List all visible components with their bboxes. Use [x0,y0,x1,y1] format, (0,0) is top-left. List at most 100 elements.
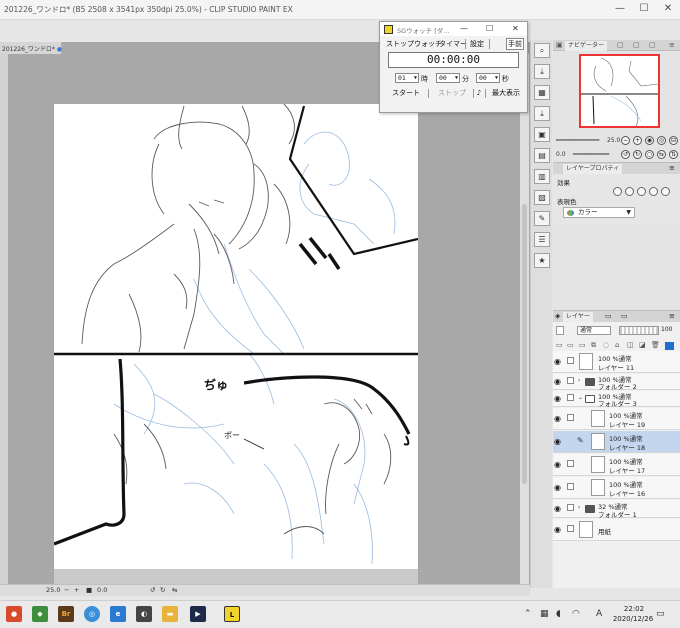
document-tab[interactable]: 201226_ワンドロ* ● [0,42,62,54]
lock-checkbox[interactable] [567,357,574,364]
panel-menu-icon-3[interactable]: ≡ [669,312,675,320]
lock-checkbox[interactable] [567,504,574,511]
media-icon[interactable]: ▶ [190,606,206,622]
clip-icon[interactable]: ⧉ [591,341,596,350]
fit-icon[interactable]: ■ [86,586,92,594]
lock-checkbox[interactable] [567,525,574,532]
ime-indicator[interactable]: A [596,609,602,619]
opacity-value[interactable]: 100 [661,326,672,333]
chevron-right-icon[interactable]: › [578,377,580,384]
download-icon[interactable]: ⤓ [534,64,550,79]
effect-mask-icon[interactable] [649,187,658,196]
new-vector-icon[interactable]: ▭ [567,341,574,349]
scroll-thumb[interactable] [522,204,527,484]
layer-row[interactable]: ◉ 100 %通常 レイヤー 19 [553,408,680,430]
canvas-page[interactable]: ぢゅ ポー [53,103,419,569]
tab-settings[interactable]: 設定 [470,39,484,49]
new-folder-icon[interactable]: ▭ [579,341,586,349]
search-icon[interactable]: ⌕ [534,43,550,58]
info-tab-icon[interactable]: ▢ [633,41,640,49]
tab-timer[interactable]: タイマー [439,39,467,49]
stop-button[interactable]: ストップ [432,88,472,99]
layer-color-icon[interactable] [665,342,674,350]
minutes-select[interactable]: 00 ▼ [436,73,460,83]
photos-icon[interactable]: ◆ [32,606,48,622]
effect-color-icon[interactable] [637,187,646,196]
star-icon[interactable]: ★ [534,253,550,268]
layer-row[interactable]: ◉ › 32 %通常 フォルダー 1 [553,500,680,519]
clock-time[interactable]: 22:02 [614,605,654,613]
nav-zoom-out-icon[interactable]: − [621,136,630,145]
expression-color-select[interactable]: カラー ▼ [563,207,635,218]
animation-tab-icon[interactable]: ▭ [621,312,628,320]
layer-row-selected[interactable]: ◉ ✎ 100 %通常 レイヤー 18 [553,431,680,453]
download-icon-2[interactable]: ⤓ [534,106,550,121]
nav-fit-icon[interactable]: ◉ [645,136,654,145]
sg-watch-window[interactable]: SGウォッチ [ダ... — ☐ ✕ ストップウォッチ タイマー 設定 手前 0… [379,21,528,113]
chevron-down-icon[interactable]: ⌄ [578,394,583,401]
subview-tab-icon[interactable]: ▢ [617,41,624,49]
lock-checkbox[interactable] [567,460,574,467]
mask-icon[interactable]: ◫ [627,341,634,349]
nav-rotate-left-icon[interactable]: ↺ [621,150,630,159]
eye-icon[interactable]: ◉ [554,414,561,423]
eye-icon[interactable]: ◉ [554,394,561,403]
lock-checkbox[interactable] [567,483,574,490]
rotate-left-icon[interactable]: ↺ [150,586,155,594]
search-layer-tab-icon[interactable]: ▭ [605,312,612,320]
layer-lock-icon[interactable] [556,326,564,335]
edit-icon[interactable]: ✎ [534,211,550,226]
eye-icon[interactable]: ◉ [554,483,561,492]
rotate-right-icon[interactable]: ↻ [160,586,165,594]
zoom-out-icon[interactable]: − [64,586,69,594]
vertical-scrollbar[interactable] [520,54,529,584]
lock-checkbox[interactable] [567,414,574,421]
panel-menu-icon[interactable]: ≡ [669,41,675,49]
layer-row[interactable]: ◉ 100 %通常 レイヤー 16 [553,477,680,499]
panel-menu-icon-2[interactable]: ≡ [669,164,675,172]
minimize-button[interactable]: — [612,2,628,16]
tab-stopwatch[interactable]: ストップウォッチ [386,39,442,49]
eye-icon[interactable]: ◉ [554,525,561,534]
layer-row[interactable]: ◉ 100 %通常 レイヤー 17 [553,454,680,476]
maximize-button[interactable]: ☐ [636,2,652,16]
eye-icon[interactable]: ◉ [554,357,561,366]
blend-mode-select[interactable]: 通常 [577,326,611,335]
layer-row[interactable]: ◉ › 100 %通常 フォルダー 2 [553,374,680,391]
material-icon-2[interactable]: ▥ [534,169,550,184]
zoom-value[interactable]: 25.0 [46,586,60,594]
material-icon[interactable]: ▦ [534,85,550,100]
opacity-slider[interactable] [619,326,659,335]
layer-icon[interactable]: ▧ [534,190,550,205]
list-icon[interactable]: ☰ [534,232,550,247]
layer-row[interactable]: ◉ 100 %通常 レイヤー 11 [553,351,680,373]
maximize-display-button[interactable]: 最大表示 [487,88,525,99]
nav-zoom-slider[interactable]: ━━━━━━━━━━━━ [556,137,599,144]
volume-icon[interactable]: ◖ [556,609,561,619]
ruler-icon[interactable]: ◪ [639,341,646,349]
nav-actual-icon[interactable]: ◎ [657,136,666,145]
bridge-icon[interactable]: Br [58,606,74,622]
seconds-select[interactable]: 00 ▼ [476,73,500,83]
notification-icon[interactable]: ▭ [656,609,665,619]
hours-select[interactable]: 01 ▼ [395,73,419,83]
folder-icon[interactable]: ▤ [534,148,550,163]
flip-icon[interactable]: ⇆ [172,586,177,594]
nav-rotation-slider[interactable]: ━━━━━━━━━━ [573,151,609,158]
history-tab-icon[interactable]: ▢ [649,41,656,49]
tab-front[interactable]: 手前 [506,38,524,50]
browser-icon[interactable]: ● [6,606,22,622]
lock-checkbox[interactable] [567,394,574,401]
navigator-preview[interactable] [579,54,660,128]
effect-tone-icon[interactable] [625,187,634,196]
reference-icon[interactable]: ◌ [603,341,609,349]
nav-rotate-right-icon[interactable]: ↻ [633,150,642,159]
chevron-up-icon[interactable]: ⌃ [524,609,532,619]
eye-icon[interactable]: ◉ [554,437,561,446]
sg-minimize-button[interactable]: — [460,24,468,33]
nav-flip-icon[interactable]: ⊟ [669,136,678,145]
close-button[interactable]: ✕ [660,2,676,16]
clip-studio-icon[interactable]: L [224,606,240,622]
eye-icon[interactable]: ◉ [554,377,561,386]
chevron-right-icon[interactable]: › [578,504,580,511]
